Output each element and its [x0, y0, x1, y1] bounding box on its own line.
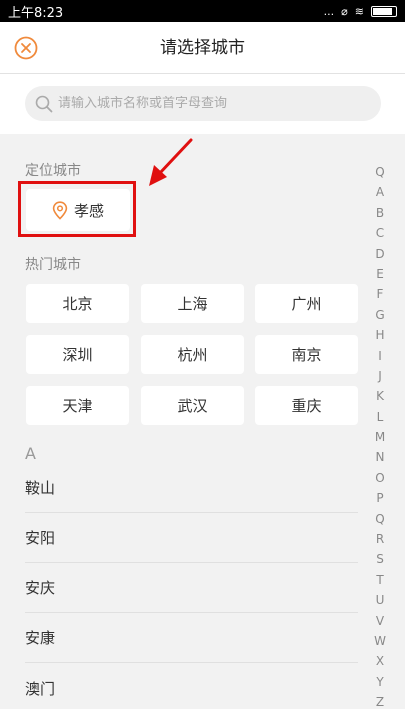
search-input[interactable] — [58, 96, 358, 111]
index-letter[interactable]: F — [368, 284, 392, 304]
hot-city-button[interactable]: 深圳 — [26, 335, 129, 374]
index-letter[interactable]: K — [368, 386, 392, 406]
index-letter[interactable]: B — [368, 203, 392, 223]
close-button[interactable] — [14, 36, 38, 60]
red-arrow-icon — [149, 138, 193, 186]
index-letter[interactable]: Q — [368, 509, 392, 529]
search-box[interactable] — [25, 86, 381, 121]
clock-off-icon: ⌀ — [341, 4, 348, 18]
index-letter[interactable]: C — [368, 223, 392, 243]
hot-city-button[interactable]: 天津 — [26, 386, 129, 425]
status-time: 上午8:23 — [8, 5, 64, 21]
index-letter[interactable]: J — [368, 366, 392, 386]
index-letter[interactable]: H — [368, 325, 392, 345]
index-letter[interactable]: A — [368, 182, 392, 202]
index-letter[interactable]: O — [368, 468, 392, 488]
index-letter[interactable]: G — [368, 305, 392, 325]
title-bar: 请选择城市 — [0, 22, 405, 74]
index-letter[interactable]: W — [368, 631, 392, 651]
hot-city-button[interactable]: 南京 — [255, 335, 358, 374]
hot-city-button[interactable]: 上海 — [141, 284, 244, 323]
city-content: 定位城市 孝感 热门城市 北京 上海 广州 深圳 杭州 南京 天津 武汉 重庆 … — [0, 134, 405, 709]
index-letter[interactable]: T — [368, 570, 392, 590]
index-letter[interactable]: N — [368, 447, 392, 467]
hot-city-button[interactable]: 杭州 — [141, 335, 244, 374]
alphabet-index-bar[interactable]: Q A B C D E F G H I J K L M N O P Q R S … — [368, 162, 392, 709]
location-section-label: 定位城市 — [25, 163, 81, 179]
hot-city-button[interactable]: 武汉 — [141, 386, 244, 425]
wifi-icon: ≋ — [354, 4, 364, 18]
hot-city-button[interactable]: 北京 — [26, 284, 129, 323]
index-letter[interactable]: P — [368, 488, 392, 508]
highlight-box — [18, 181, 136, 237]
hot-city-button[interactable]: 重庆 — [255, 386, 358, 425]
city-list-item[interactable]: 鞍山 — [25, 463, 358, 513]
battery-icon — [371, 5, 397, 17]
index-letter[interactable]: R — [368, 529, 392, 549]
index-letter[interactable]: V — [368, 611, 392, 631]
city-list-item[interactable]: 安阳 — [25, 513, 358, 563]
signal-dots-icon: ... — [323, 4, 335, 18]
hot-section-label: 热门城市 — [25, 257, 81, 273]
status-bar: 上午8:23 ... ⌀ ≋ — [0, 0, 405, 22]
city-list-item[interactable]: 安康 — [25, 613, 358, 663]
index-letter[interactable]: Y — [368, 672, 392, 692]
letter-header: A — [25, 444, 36, 463]
hot-city-button[interactable]: 广州 — [255, 284, 358, 323]
index-letter[interactable]: M — [368, 427, 392, 447]
index-letter[interactable]: I — [368, 346, 392, 366]
index-letter[interactable]: Z — [368, 692, 392, 709]
city-list-item[interactable]: 澳门 — [25, 663, 358, 709]
index-letter[interactable]: X — [368, 651, 392, 671]
close-icon — [14, 36, 38, 60]
search-icon — [35, 95, 53, 112]
index-letter[interactable]: U — [368, 590, 392, 610]
city-list-item[interactable]: 安庆 — [25, 563, 358, 613]
index-letter[interactable]: L — [368, 407, 392, 427]
index-letter[interactable]: E — [368, 264, 392, 284]
status-icons: ... ⌀ ≋ — [324, 5, 397, 18]
page-title: 请选择城市 — [160, 38, 245, 58]
index-letter[interactable]: S — [368, 549, 392, 569]
search-area — [0, 74, 405, 134]
index-letter[interactable]: D — [368, 244, 392, 264]
index-search-item[interactable]: Q — [368, 162, 392, 182]
